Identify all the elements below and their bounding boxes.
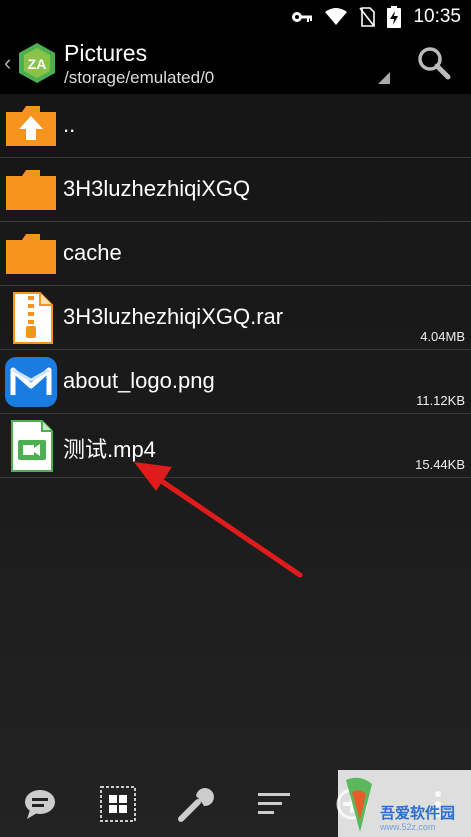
path-dropdown-icon[interactable] [378, 72, 390, 84]
file-name: 测试.mp4 [63, 437, 156, 462]
file-name: cache [63, 240, 122, 265]
file-list: .. 3H3luzhezhiqiXGQ cache 3H3luzhezhiqiX… [0, 94, 471, 478]
grid-icon[interactable] [98, 784, 138, 824]
file-size: 4.04MB [420, 329, 465, 344]
list-item[interactable]: 3H3luzhezhiqiXGQ [0, 158, 471, 222]
watermark-text: 吾爱软件园 [380, 805, 456, 822]
battery-charging-icon [387, 6, 402, 28]
file-name: about_logo.png [63, 368, 215, 393]
search-icon[interactable] [414, 44, 454, 84]
list-item[interactable]: .. [0, 94, 471, 158]
back-chevron-icon[interactable]: ‹ [4, 50, 11, 76]
sort-icon[interactable] [254, 784, 294, 824]
wrench-icon[interactable] [176, 784, 216, 824]
clock: 10:35 [413, 6, 461, 27]
chat-icon[interactable] [20, 784, 60, 824]
zarchiver-logo-icon[interactable]: ZA [18, 42, 56, 84]
folder-icon [6, 170, 56, 210]
wifi-icon [325, 8, 348, 25]
list-item[interactable]: about_logo.png 11.12KB [0, 350, 471, 414]
file-name: 3H3luzhezhiqiXGQ.rar [63, 304, 284, 329]
file-size: 11.12KB [416, 393, 465, 408]
no-sim-icon [359, 7, 376, 27]
file-name: .. [63, 112, 76, 137]
status-bar: 10:35 [0, 0, 471, 34]
file-name: 3H3luzhezhiqiXGQ [63, 176, 251, 201]
logo-text: ZA [28, 56, 47, 72]
app-bar: ‹ ZA Pictures /storage/emulated/0 [0, 34, 471, 94]
folder-up-icon [6, 106, 56, 146]
watermark-url: www.52z.com [380, 822, 436, 832]
list-item[interactable]: 3H3luzhezhiqiXGQ.rar 4.04MB [0, 286, 471, 350]
image-app-icon [5, 357, 57, 407]
folder-icon [6, 234, 56, 274]
list-item[interactable]: 测试.mp4 15.44KB [0, 414, 471, 478]
file-size: 15.44KB [415, 457, 465, 472]
archive-icon [13, 292, 53, 344]
current-path[interactable]: /storage/emulated/0 [64, 68, 214, 88]
video-file-icon [11, 420, 53, 472]
page-title: Pictures [64, 40, 148, 66]
key-icon [292, 12, 313, 22]
list-item[interactable]: cache [0, 222, 471, 286]
